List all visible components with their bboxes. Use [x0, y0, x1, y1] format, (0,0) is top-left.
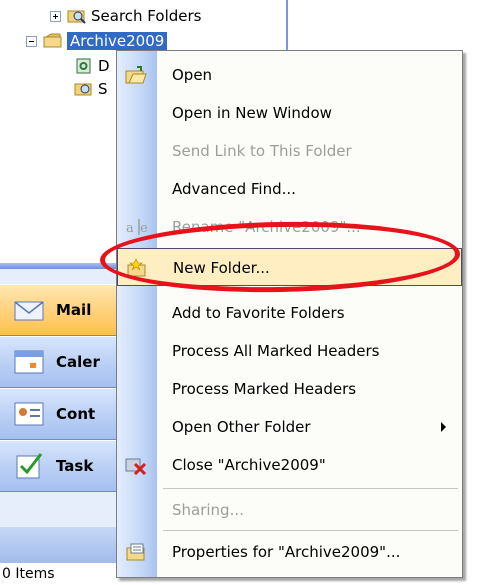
- archive-folder-icon: [43, 33, 62, 48]
- tree-item-search[interactable]: S: [74, 79, 108, 99]
- nav-label-calendar: Caler: [56, 353, 100, 371]
- open-folder-icon: [125, 66, 147, 84]
- menu-label-open-new-window: Open in New Window: [172, 104, 332, 122]
- mail-icon: [14, 301, 44, 321]
- menu-item-send-link: Send Link to This Folder: [117, 132, 462, 170]
- tree-label-archive: Archive2009: [67, 32, 168, 50]
- nav-label-tasks: Task: [56, 457, 94, 475]
- contacts-icon: [14, 402, 44, 426]
- rename-icon: a e: [126, 219, 147, 236]
- expand-icon[interactable]: [50, 10, 61, 22]
- menu-label-process-all: Process All Marked Headers: [172, 342, 380, 360]
- svg-text:a: a: [126, 221, 134, 236]
- menu-label-properties: Properties for "Archive2009"...: [172, 543, 401, 561]
- menu-separator: [163, 488, 458, 489]
- calendar-icon: [14, 350, 44, 374]
- tree-label-partial-1: D: [98, 57, 110, 75]
- deleted-items-icon: [76, 58, 91, 74]
- submenu-arrow-icon: [441, 422, 446, 432]
- menu-label-open-other: Open Other Folder: [172, 418, 311, 436]
- menu-item-advanced-find[interactable]: Advanced Find...: [117, 170, 462, 208]
- svg-text:e: e: [140, 221, 147, 236]
- menu-label-send-link: Send Link to This Folder: [172, 142, 352, 160]
- menu-item-open-new-window[interactable]: Open in New Window: [117, 94, 462, 132]
- menu-item-add-favorite[interactable]: Add to Favorite Folders: [117, 294, 462, 332]
- nav-label-mail: Mail: [56, 301, 92, 319]
- menu-label-close: Close "Archive2009": [172, 456, 326, 474]
- status-item-count: 0 Items: [2, 566, 55, 582]
- menu-item-open-other[interactable]: Open Other Folder: [117, 408, 462, 446]
- nav-label-contacts: Cont: [56, 405, 96, 423]
- tree-item-search-folders[interactable]: Search Folders: [50, 6, 201, 26]
- menu-label-sharing: Sharing...: [172, 501, 244, 519]
- context-menu: Open Open in New Window Send Link to Thi…: [116, 50, 463, 578]
- menu-item-process-marked[interactable]: Process Marked Headers: [117, 370, 462, 408]
- tree-item-deleted[interactable]: D: [74, 56, 110, 76]
- menu-item-open[interactable]: Open: [117, 56, 462, 94]
- tasks-icon: [16, 453, 43, 479]
- close-folder-icon: [125, 458, 147, 475]
- menu-separator: [163, 530, 458, 531]
- menu-label-advanced-find: Advanced Find...: [172, 180, 296, 198]
- menu-item-properties[interactable]: Properties for "Archive2009"...: [117, 533, 462, 571]
- collapse-icon[interactable]: [26, 35, 37, 47]
- tree-label-partial-2: S: [98, 80, 108, 98]
- properties-icon: [126, 543, 145, 561]
- menu-label-add-favorite: Add to Favorite Folders: [172, 304, 345, 322]
- menu-label-open: Open: [172, 66, 213, 84]
- search-folder-icon: [74, 83, 92, 96]
- tree-item-archive[interactable]: Archive2009: [26, 31, 168, 51]
- search-folder-icon: [67, 10, 86, 24]
- menu-item-close[interactable]: Close "Archive2009": [117, 446, 462, 484]
- menu-label-process-marked: Process Marked Headers: [172, 380, 357, 398]
- menu-item-sharing: Sharing...: [117, 491, 462, 529]
- menu-item-process-all[interactable]: Process All Marked Headers: [117, 332, 462, 370]
- tree-label-search-folders: Search Folders: [91, 7, 202, 25]
